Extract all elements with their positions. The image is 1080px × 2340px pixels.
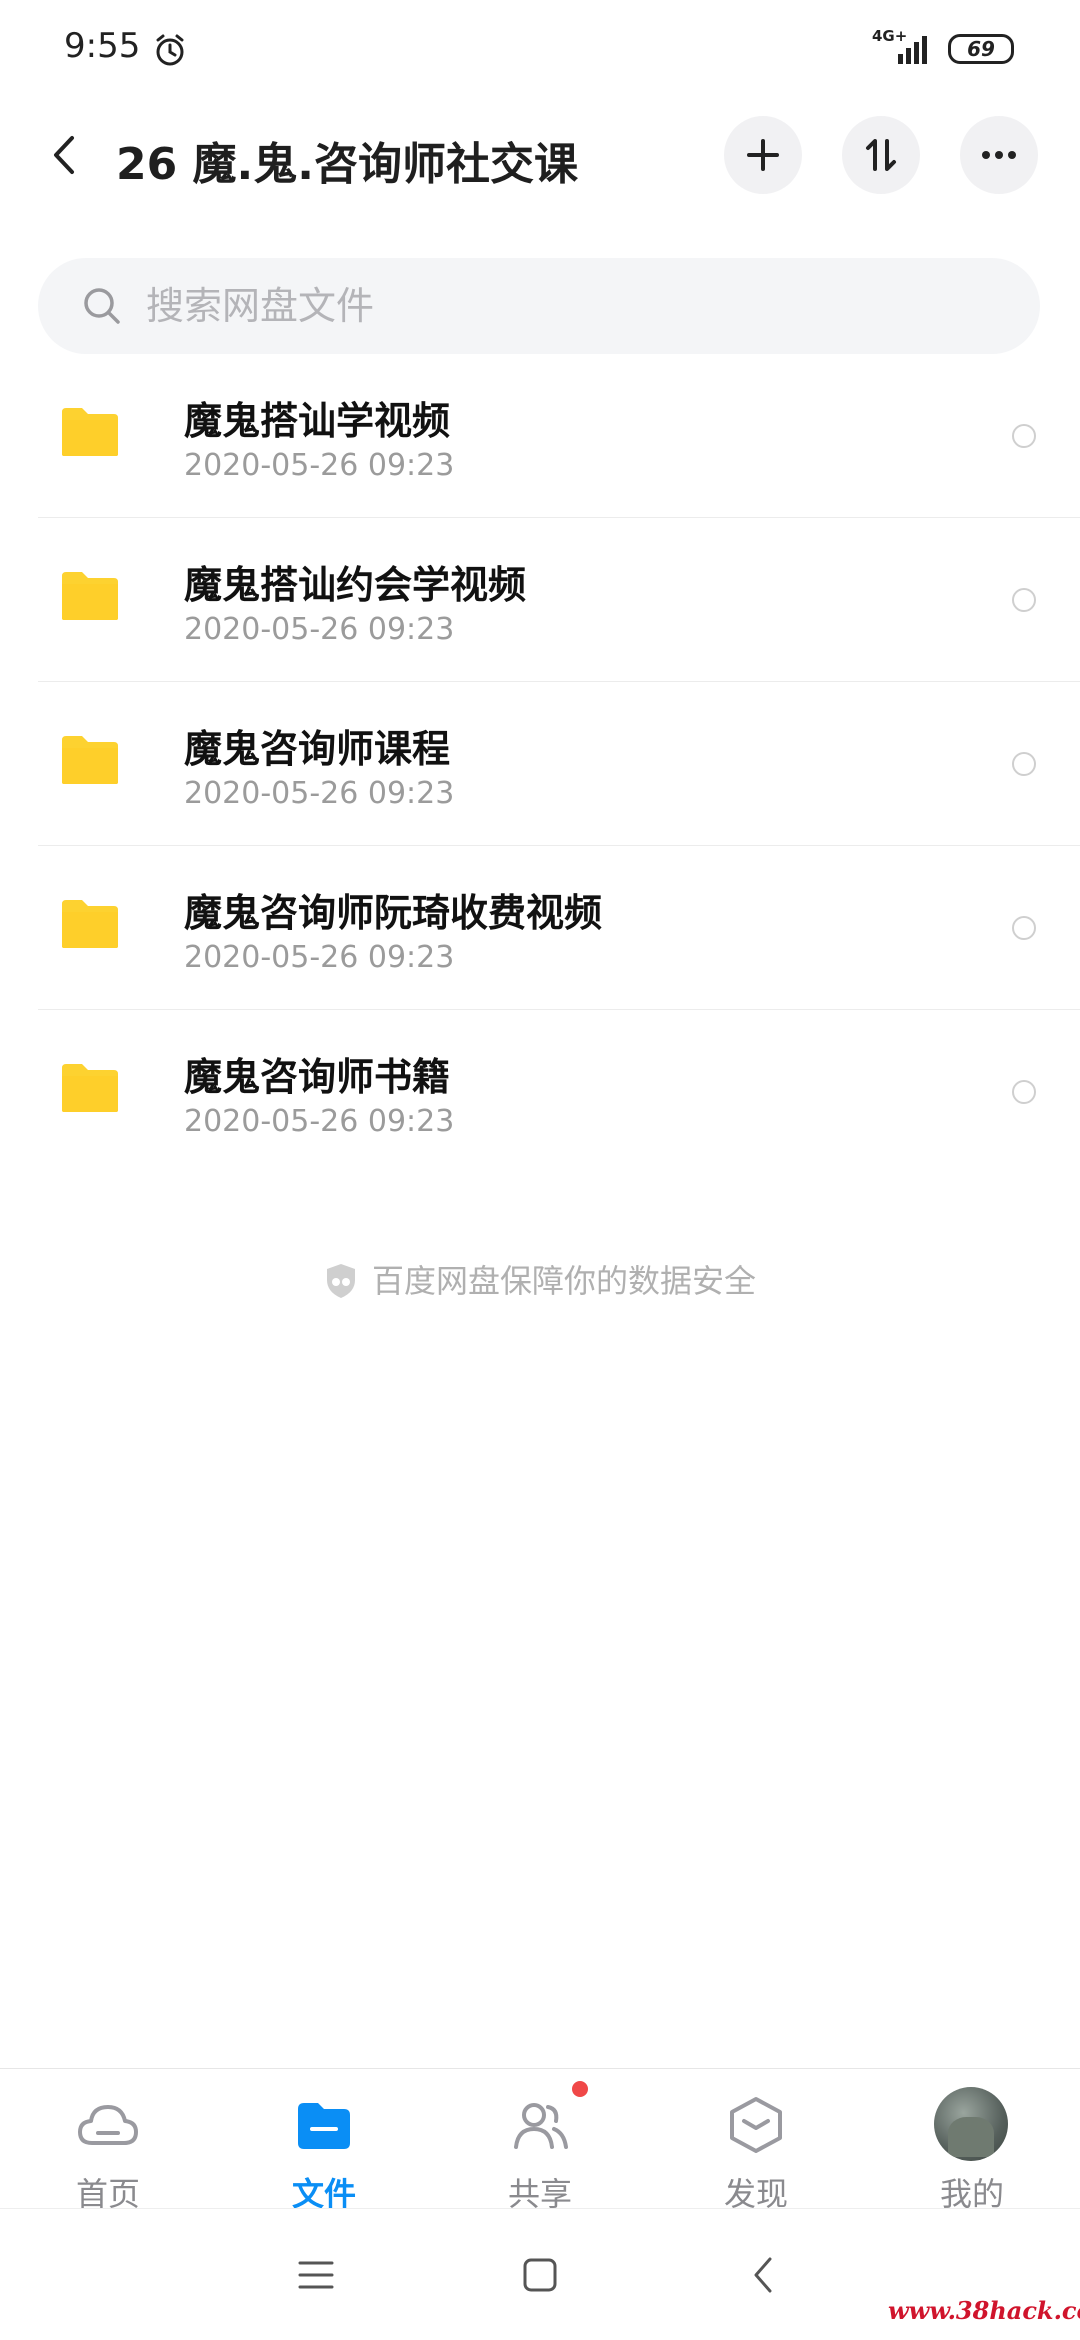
file-list: 魔鬼搭讪学视频 2020-05-26 09:23 魔鬼搭讪约会学视频 2020-… [0,354,1080,1174]
folder-icon [62,736,118,784]
select-checkbox[interactable] [1012,752,1036,776]
file-name: 魔鬼咨询师课程 [184,727,451,771]
select-checkbox[interactable] [1012,916,1036,940]
battery-icon: 69 [948,34,1014,64]
home-square-icon[interactable] [514,2249,566,2301]
bottom-tab-bar: 首页 文件 共享 发现 我的 [0,2068,1080,2213]
avatar [934,2087,1008,2161]
file-row[interactable]: 魔鬼咨询师阮琦收费视频 2020-05-26 09:23 [0,846,1080,1010]
file-name: 魔鬼咨询师书籍 [184,1055,451,1099]
more-button[interactable] [960,116,1038,194]
status-bar: 9:55 4G+ 69 [0,0,1080,100]
file-name: 魔鬼搭讪约会学视频 [184,563,527,607]
tab-discover[interactable]: 发现 [648,2069,864,2213]
file-name: 魔鬼搭讪学视频 [184,399,451,443]
file-row[interactable]: 魔鬼搭讪学视频 2020-05-26 09:23 [0,354,1080,518]
folder-icon [62,572,118,620]
tab-home[interactable]: 首页 [0,2069,216,2213]
search-bar[interactable] [38,258,1040,354]
cube-icon [730,2097,782,2153]
folder-icon [298,2103,350,2149]
notification-badge [572,2081,588,2097]
plus-icon [747,139,779,171]
file-date: 2020-05-26 09:23 [184,1104,455,1139]
menu-icon[interactable] [290,2249,342,2301]
page-title: 26 魔.鬼.咨询师社交课 [116,139,578,190]
file-date: 2020-05-26 09:23 [184,776,455,811]
select-checkbox[interactable] [1012,1080,1036,1104]
cloud-icon [78,2105,138,2145]
folder-icon [62,1064,118,1112]
file-date: 2020-05-26 09:23 [184,612,455,647]
tab-me[interactable]: 我的 [864,2069,1080,2213]
file-row[interactable]: 魔鬼搭讪约会学视频 2020-05-26 09:23 [0,518,1080,682]
nav-back-icon[interactable] [738,2249,790,2301]
security-text: 百度网盘保障你的数据安全 [371,1262,756,1300]
watermark: www.38hack.com [888,2296,1080,2325]
file-row[interactable]: 魔鬼咨询师课程 2020-05-26 09:23 [0,682,1080,846]
select-checkbox[interactable] [1012,424,1036,448]
alarm-icon [156,34,184,66]
people-icon [514,2103,568,2149]
search-icon [84,288,120,324]
back-arrow-icon[interactable] [40,130,90,180]
add-button[interactable] [724,116,802,194]
file-date: 2020-05-26 09:23 [184,448,455,483]
folder-icon [62,408,118,456]
folder-icon [62,900,118,948]
select-checkbox[interactable] [1012,588,1036,612]
battery-level: 69 [967,37,995,61]
file-name: 魔鬼咨询师阮琦收费视频 [184,891,603,935]
tab-files[interactable]: 文件 [216,2069,432,2213]
tab-share[interactable]: 共享 [432,2069,648,2213]
security-note: 百度网盘保障你的数据安全 [0,1256,1080,1302]
more-dots-icon [982,151,1016,159]
signal-icon [898,36,927,64]
status-time: 9:55 [64,26,141,66]
header: 26 魔.鬼.咨询师社交课 [0,110,1080,200]
sort-icon [866,139,896,171]
search-input[interactable] [146,258,1006,354]
file-row[interactable]: 魔鬼咨询师书籍 2020-05-26 09:23 [0,1010,1080,1174]
file-date: 2020-05-26 09:23 [184,940,455,975]
shield-icon [326,1264,355,1298]
sort-button[interactable] [842,116,920,194]
